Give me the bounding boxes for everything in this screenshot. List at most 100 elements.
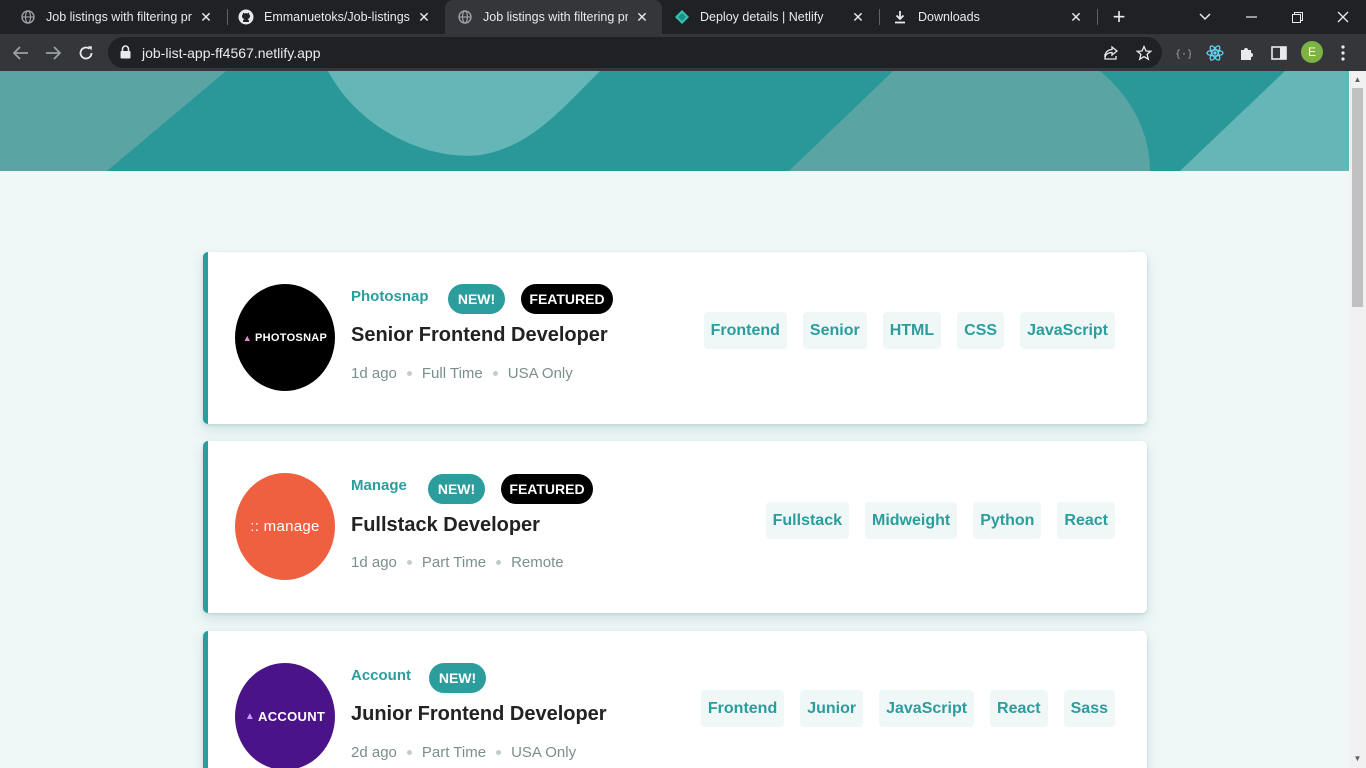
restore-icon[interactable] — [1274, 0, 1320, 34]
separator-dot — [406, 371, 412, 376]
extensions-puzzle-icon[interactable] — [1237, 43, 1257, 63]
job-card-photosnap[interactable]: ▲ PHOTOSNAP Photosnap NEW! FEATURED Seni… — [203, 252, 1147, 424]
bookmark-star-icon[interactable] — [1135, 44, 1153, 62]
company-logo: :: manage — [235, 473, 335, 580]
tab-job-listings-1[interactable]: Job listings with filtering proj ✕ — [0, 0, 226, 34]
close-window-icon[interactable] — [1320, 0, 1366, 34]
filter-tag[interactable]: Sass — [1063, 690, 1115, 727]
logo-text: :: manage — [250, 518, 320, 535]
github-icon — [238, 9, 254, 25]
separator-dot — [406, 750, 412, 755]
posted-at: 1d ago — [351, 554, 397, 571]
page-viewport: ▲ PHOTOSNAP Photosnap NEW! FEATURED Seni… — [0, 71, 1349, 768]
photosnap-triangle-icon: ▲ — [242, 332, 253, 343]
contract-type: Full Time — [421, 365, 483, 382]
job-card-account[interactable]: ▲ ACCOUNT Account NEW! Junior Frontend D… — [203, 631, 1147, 768]
tab-close-icon[interactable]: ✕ — [1068, 9, 1084, 25]
scroll-down-arrow-icon[interactable]: ▼ — [1353, 754, 1362, 763]
separator-dot — [406, 560, 412, 565]
new-badge: NEW! — [428, 474, 485, 504]
account-triangle-icon: ▲ — [244, 711, 256, 722]
job-title[interactable]: Fullstack Developer — [351, 514, 540, 537]
filter-tag[interactable]: Midweight — [864, 502, 958, 539]
tab-search-chevron-icon[interactable] — [1182, 0, 1228, 34]
filter-tag[interactable]: Senior — [802, 312, 867, 349]
tab-downloads[interactable]: Downloads ✕ — [880, 0, 1096, 34]
filter-tag[interactable]: Junior — [800, 690, 864, 727]
tab-close-icon[interactable]: ✕ — [198, 9, 214, 25]
posted-at: 1d ago — [351, 365, 397, 382]
extension-braces-icon[interactable]: {·} — [1173, 43, 1193, 63]
filter-tag[interactable]: HTML — [882, 312, 942, 349]
posted-at: 2d ago — [351, 744, 397, 761]
url-text[interactable]: job-list-app-ff4567.netlify.app — [142, 45, 320, 61]
minimize-icon[interactable] — [1228, 0, 1274, 34]
tab-title: Job listings with filtering proj — [483, 10, 628, 24]
job-meta: 2d ago Part Time USA Only — [351, 744, 576, 761]
logo-text: ACCOUNT — [258, 709, 326, 724]
company-name: Photosnap — [351, 288, 429, 305]
tab-job-listings-active[interactable]: Job listings with filtering proj ✕ — [445, 0, 662, 34]
job-tags: Frontend Junior JavaScript React Sass — [700, 690, 1115, 727]
tab-divider — [1097, 9, 1098, 25]
browser-tab-bar: Job listings with filtering proj ✕ Emman… — [0, 0, 1366, 34]
tab-close-icon[interactable]: ✕ — [850, 9, 866, 25]
vertical-scrollbar[interactable]: ▲ ▼ — [1349, 71, 1366, 768]
separator-dot — [492, 371, 498, 376]
new-tab-icon[interactable]: + — [1108, 6, 1130, 29]
scrollbar-thumb[interactable] — [1352, 88, 1363, 307]
header-banner — [0, 71, 1349, 171]
share-icon[interactable] — [1102, 44, 1120, 62]
browser-toolbar: job-list-app-ff4567.netlify.app {·} — [0, 34, 1366, 71]
separator-dot — [496, 750, 502, 755]
filter-tag[interactable]: JavaScript — [879, 690, 975, 727]
company-name: Manage — [351, 477, 407, 494]
tab-github[interactable]: Emmanuetoks/Job-listings-w ✕ — [228, 0, 444, 34]
tab-netlify[interactable]: Deploy details | Netlify ✕ — [662, 0, 878, 34]
tab-title: Deploy details | Netlify — [700, 10, 824, 24]
featured-badge: FEATURED — [501, 474, 593, 504]
forward-icon[interactable] — [40, 40, 66, 66]
lock-icon[interactable] — [120, 45, 131, 64]
new-badge: NEW! — [448, 284, 505, 314]
globe-icon — [20, 9, 36, 25]
address-bar[interactable]: job-list-app-ff4567.netlify.app — [108, 37, 1162, 68]
company-logo: ▲ ACCOUNT — [235, 663, 335, 768]
filter-tag[interactable]: React — [990, 690, 1048, 727]
contract-type: Part Time — [421, 554, 487, 571]
tab-close-icon[interactable]: ✕ — [416, 9, 432, 25]
new-badge: NEW! — [429, 663, 486, 693]
side-panel-icon[interactable] — [1269, 43, 1289, 63]
scroll-up-arrow-icon[interactable]: ▲ — [1353, 75, 1362, 84]
filter-tag[interactable]: JavaScript — [1020, 312, 1115, 349]
filter-tag[interactable]: Frontend — [700, 690, 785, 727]
back-icon[interactable] — [8, 40, 34, 66]
download-icon — [892, 9, 908, 25]
reload-icon[interactable] — [73, 40, 99, 66]
contract-type: Part Time — [421, 744, 487, 761]
job-title[interactable]: Senior Frontend Developer — [351, 324, 608, 347]
tab-title: Emmanuetoks/Job-listings-w — [264, 10, 410, 24]
job-card-manage[interactable]: :: manage Manage NEW! FEATURED Fullstack… — [203, 441, 1147, 613]
job-location: Remote — [511, 554, 564, 571]
filter-tag[interactable]: Python — [973, 502, 1042, 539]
react-devtools-icon[interactable] — [1205, 43, 1225, 63]
job-location: USA Only — [511, 744, 577, 761]
separator-dot — [496, 560, 502, 565]
header-pattern — [107, 71, 1349, 171]
job-title[interactable]: Junior Frontend Developer — [351, 703, 607, 726]
more-menu-icon[interactable] — [1333, 43, 1353, 63]
filter-tag[interactable]: Frontend — [703, 312, 787, 349]
tab-close-icon[interactable]: ✕ — [634, 9, 650, 25]
filter-tag[interactable]: React — [1057, 502, 1115, 539]
company-logo: ▲ PHOTOSNAP — [235, 284, 335, 391]
filter-tag[interactable]: Fullstack — [765, 502, 849, 539]
job-location: USA Only — [507, 365, 573, 382]
job-meta: 1d ago Full Time USA Only — [351, 365, 573, 382]
profile-avatar[interactable]: E — [1301, 41, 1323, 63]
company-name: Account — [351, 667, 411, 684]
job-meta: 1d ago Part Time Remote — [351, 554, 564, 571]
logo-text: PHOTOSNAP — [255, 331, 328, 344]
filter-tag[interactable]: CSS — [957, 312, 1005, 349]
tab-title: Job listings with filtering proj — [46, 10, 192, 24]
